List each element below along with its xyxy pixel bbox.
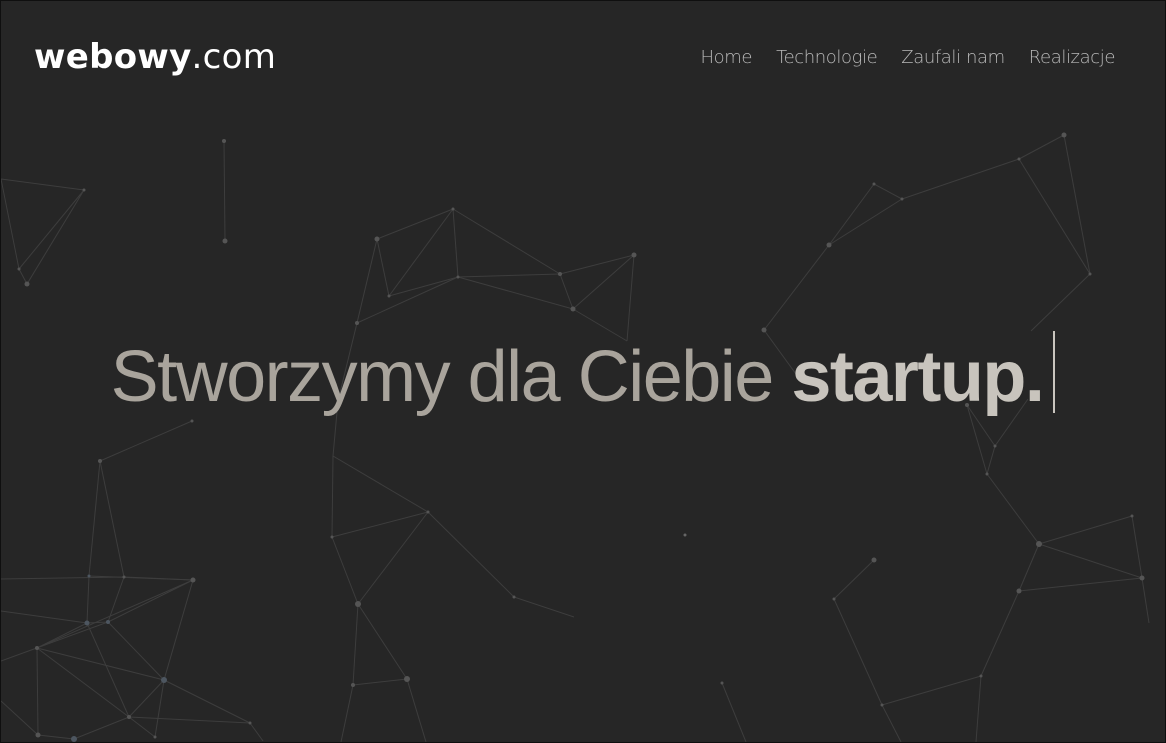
nav-link-zaufali-nam[interactable]: Zaufali nam <box>901 47 1005 68</box>
menu-item-realizacje: Realizacje <box>1029 45 1116 71</box>
typing-cursor <box>1053 331 1056 413</box>
headline-typed-word: startup. <box>791 337 1045 417</box>
top-navbar: webowy.com Home Technologie Zaufali nam … <box>1 1 1165 111</box>
nav-link-realizacje[interactable]: Realizacje <box>1029 47 1116 68</box>
menu-item-technologie: Technologie <box>776 45 878 71</box>
main-menu: Home Technologie Zaufali nam Realizacje <box>701 45 1116 71</box>
nav-link-home[interactable]: Home <box>701 47 753 68</box>
menu-item-home: Home <box>701 45 753 71</box>
page: webowy.com Home Technologie Zaufali nam … <box>0 0 1166 743</box>
logo-domain: .com <box>191 37 277 77</box>
headline-text: Stworzymy dla Ciebie <box>110 337 792 417</box>
nav-link-technologie[interactable]: Technologie <box>776 47 878 68</box>
logo-name: webowy <box>34 37 192 77</box>
hero-section: Stworzymy dla Ciebie startup. <box>1 331 1165 422</box>
site-logo[interactable]: webowy.com <box>34 35 276 79</box>
hero-headline: Stworzymy dla Ciebie startup. <box>111 331 1056 422</box>
menu-item-zaufali-nam: Zaufali nam <box>901 45 1005 71</box>
